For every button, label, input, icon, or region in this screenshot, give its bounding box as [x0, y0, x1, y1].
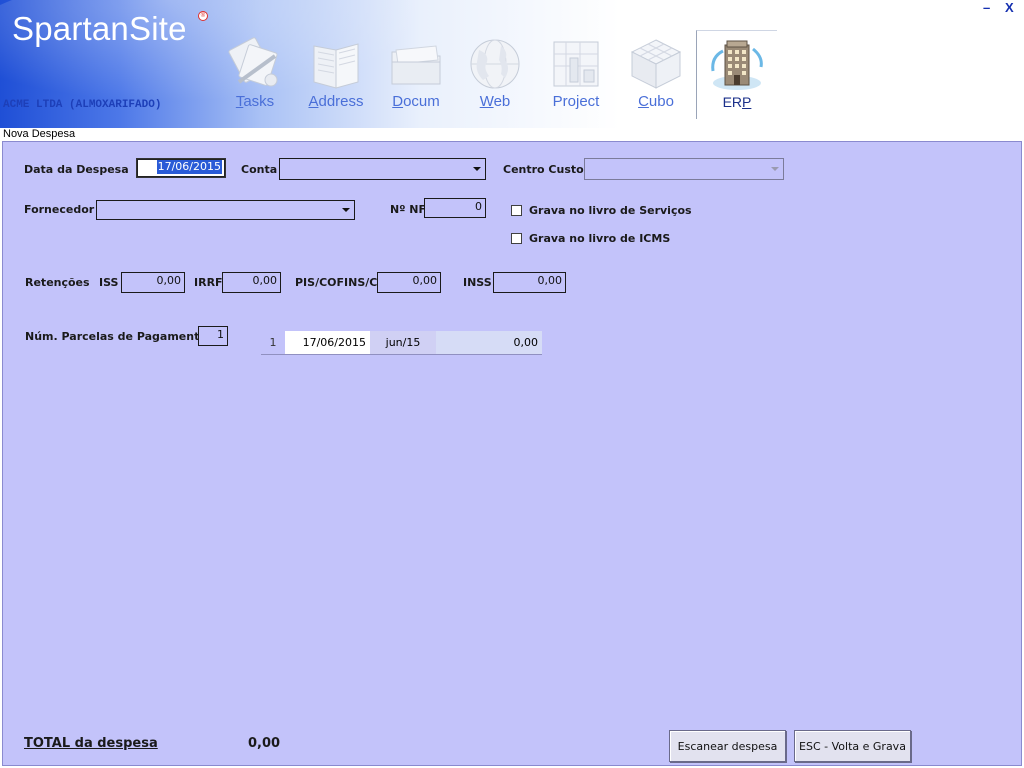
- pis-cofins-input[interactable]: 0,00: [377, 272, 441, 293]
- irrf-label: IRRF: [194, 276, 223, 289]
- erp-building-icon: [711, 40, 763, 90]
- tasks-icon: [228, 37, 278, 87]
- expense-form-panel: Data da Despesa 17/06/2015 Conta Centro …: [2, 141, 1022, 766]
- chevron-down-icon: [342, 208, 350, 212]
- servicos-checkbox-label: Grava no livro de Serviços: [529, 204, 692, 217]
- iss-label: ISS: [99, 276, 119, 289]
- retencoes-label: Retenções: [25, 276, 90, 289]
- parcela-amount-input[interactable]: 0,00: [436, 331, 542, 355]
- data-despesa-value: 17/06/2015: [156, 160, 222, 174]
- parcela-date-input[interactable]: 17/06/2015: [285, 331, 370, 355]
- icms-checkbox[interactable]: [511, 233, 522, 244]
- total-value: 0,00: [248, 736, 281, 751]
- nav-cubo[interactable]: Cubo: [625, 30, 687, 120]
- nf-input[interactable]: 0: [424, 198, 486, 218]
- app-logo: SpartanSite: [12, 10, 187, 47]
- registered-mark: ®: [198, 11, 208, 21]
- minimize-button[interactable]: –: [983, 0, 990, 15]
- pis-cofins-label: PIS/COFINS/CS: [295, 276, 386, 289]
- servicos-checkbox[interactable]: [511, 205, 522, 216]
- parcela-number: 1: [261, 331, 285, 355]
- conta-label: Conta: [241, 163, 278, 176]
- icms-checkbox-label: Grava no livro de ICMS: [529, 232, 671, 245]
- inss-label: INSS: [463, 276, 492, 289]
- conta-select[interactable]: [279, 158, 486, 180]
- centro-custo-label: Centro Custo: [503, 163, 584, 176]
- inss-input[interactable]: 0,00: [493, 272, 566, 293]
- parcelas-label: Núm. Parcelas de Pagamento: [25, 330, 207, 343]
- nav-docum[interactable]: Docum: [383, 30, 449, 120]
- chevron-down-icon: [473, 167, 481, 171]
- nav-project[interactable]: Project: [543, 30, 609, 120]
- esc-save-button[interactable]: ESC - Volta e Grava: [794, 730, 911, 762]
- data-despesa-label: Data da Despesa: [24, 163, 129, 176]
- nav-tasks[interactable]: Tasks: [222, 30, 288, 120]
- parcela-month: jun/15: [370, 331, 436, 355]
- total-label: TOTAL da despesa: [24, 736, 158, 751]
- cube-icon: [630, 39, 682, 89]
- company-name: ACME LTDA (ALMOXARIFADO): [3, 99, 162, 111]
- form-title: Nova Despesa: [3, 128, 76, 140]
- fornecedor-label: Fornecedor: [24, 203, 95, 216]
- parcelas-input[interactable]: 1: [198, 326, 228, 346]
- scan-expense-button[interactable]: Escanear despesa: [669, 730, 786, 762]
- nav-address[interactable]: Address: [300, 30, 372, 120]
- nav-web[interactable]: Web: [463, 30, 527, 120]
- fornecedor-select[interactable]: [96, 200, 355, 220]
- address-book-icon: [313, 43, 359, 89]
- close-button[interactable]: X: [1005, 0, 1014, 15]
- chevron-down-icon: [771, 167, 779, 171]
- nav-erp[interactable]: ERP: [696, 30, 777, 119]
- iss-input[interactable]: 0,00: [121, 272, 185, 293]
- irrf-input[interactable]: 0,00: [222, 272, 281, 293]
- app-header: SpartanSite ® ACME LTDA (ALMOXARIFADO) –…: [0, 0, 1024, 128]
- nf-label: Nº NF: [390, 203, 426, 216]
- project-icon: [553, 41, 599, 87]
- folder-icon: [391, 45, 441, 85]
- globe-icon: [470, 39, 520, 89]
- centro-custo-select[interactable]: [584, 158, 784, 180]
- data-despesa-field[interactable]: 17/06/2015: [136, 158, 226, 178]
